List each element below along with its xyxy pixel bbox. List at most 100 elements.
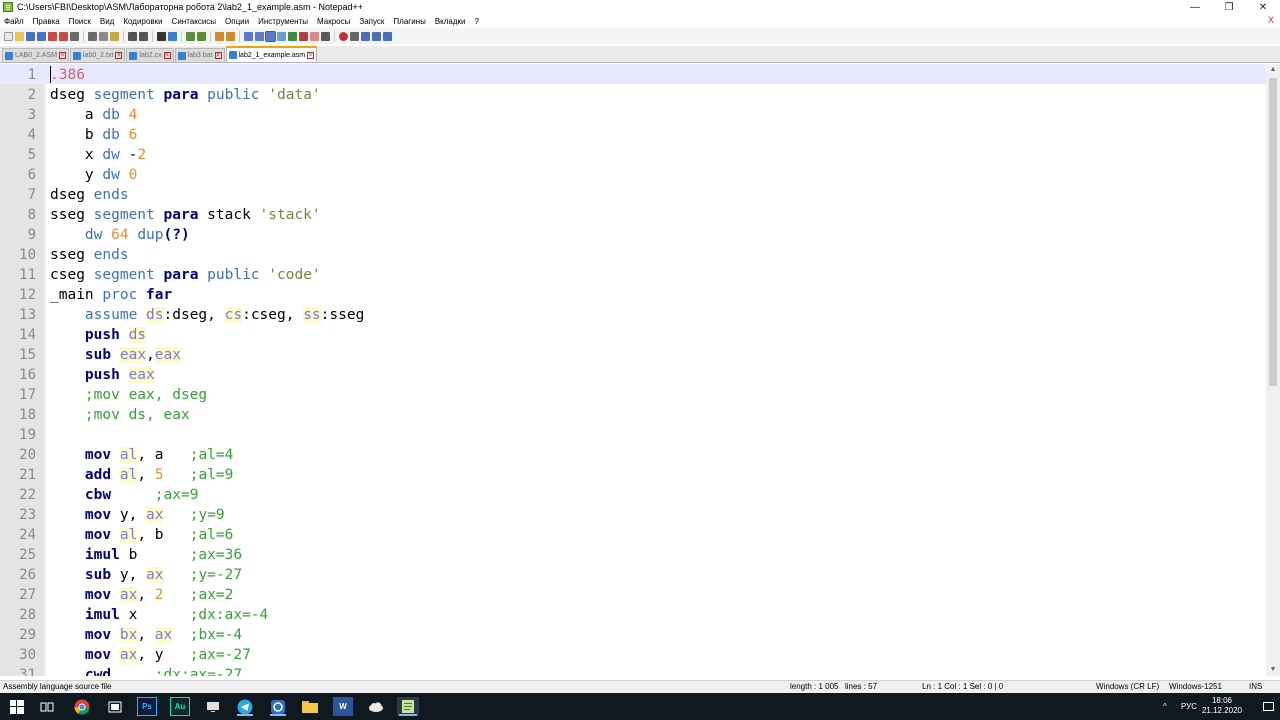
save-icon[interactable]: [26, 31, 35, 41]
open-file-icon[interactable]: [15, 31, 24, 41]
code-line[interactable]: 14 push ds: [0, 324, 1266, 344]
task-view-icon[interactable]: [37, 697, 57, 716]
media-icon[interactable]: [105, 697, 125, 716]
code-line[interactable]: 28 imul x ;dx:ax=-4: [0, 604, 1266, 624]
menu-settings[interactable]: Опции: [225, 17, 249, 26]
code-line[interactable]: 11 cseg segment para public 'code': [0, 264, 1266, 284]
code-line[interactable]: 20 mov al, a ;al=4: [0, 444, 1266, 464]
tab-close-icon[interactable]: x: [115, 52, 123, 59]
replace-icon[interactable]: [168, 31, 177, 41]
tab-lab3-bat[interactable]: lab3.bat x: [174, 48, 225, 62]
tab-lab0-2-asm[interactable]: LAB0_2.ASM x: [2, 48, 70, 62]
scroll-up-icon[interactable]: ▲: [1266, 64, 1280, 76]
indent-guide-icon[interactable]: [265, 30, 276, 42]
code-line[interactable]: 8 sseg segment para stack 'stack': [0, 204, 1266, 224]
menu-help[interactable]: ?: [475, 17, 479, 26]
monitoring-icon[interactable]: [310, 31, 319, 41]
maximize-button[interactable]: ❐: [1212, 0, 1246, 14]
menu-run[interactable]: Запуск: [359, 17, 384, 26]
tab-lab2-cx[interactable]: lab2.cx x: [126, 48, 174, 62]
telegram-icon[interactable]: [235, 697, 255, 716]
notifications-icon[interactable]: [1256, 693, 1280, 720]
code-line[interactable]: 4 b db 6: [0, 124, 1266, 144]
doc-map-icon[interactable]: [277, 31, 286, 41]
function-list-icon[interactable]: [288, 31, 297, 41]
input-language-indicator[interactable]: РУС: [1181, 693, 1197, 720]
menu-search[interactable]: Поиск: [69, 17, 91, 26]
photoshop-icon[interactable]: Ps: [137, 697, 157, 716]
save-all-icon[interactable]: [37, 31, 46, 41]
run-macro-multiple-icon[interactable]: [372, 31, 381, 41]
print-icon[interactable]: [70, 31, 79, 41]
code-line[interactable]: 26 sub y, ax ;y=-27: [0, 564, 1266, 584]
menu-plugins[interactable]: Плагины: [393, 17, 425, 26]
close-document-icon[interactable]: X: [1268, 15, 1274, 25]
code-line[interactable]: 6 y dw 0: [0, 164, 1266, 184]
tab-close-icon[interactable]: x: [214, 52, 222, 59]
code-line[interactable]: 31 cwd ;dx:ax=-27: [0, 664, 1266, 676]
code-line[interactable]: 13 assume ds:dseg, cs:cseg, ss:sseg: [0, 304, 1266, 324]
code-line[interactable]: 9 dw 64 dup(?): [0, 224, 1266, 244]
cloud-icon[interactable]: [366, 697, 386, 716]
undo-icon[interactable]: [128, 31, 137, 41]
menu-edit[interactable]: Правка: [33, 17, 60, 26]
code-line[interactable]: 1 .386: [0, 64, 1266, 84]
notepadpp-icon[interactable]: [397, 697, 419, 716]
monitor-icon[interactable]: [203, 697, 223, 716]
minimize-button[interactable]: —: [1178, 0, 1212, 14]
folder-workspace-icon[interactable]: [299, 31, 308, 41]
close-file-icon[interactable]: [48, 31, 57, 41]
explorer-icon[interactable]: [300, 697, 320, 716]
code-line[interactable]: 7 dseg ends: [0, 184, 1266, 204]
code-line[interactable]: 16 push eax: [0, 364, 1266, 384]
terminal-icon[interactable]: [268, 697, 288, 716]
code-line[interactable]: 18 ;mov ds, eax: [0, 404, 1266, 424]
word-wrap-icon[interactable]: [244, 31, 253, 41]
record-macro-icon[interactable]: [339, 31, 348, 41]
sync-horizontal-icon[interactable]: [226, 31, 235, 41]
menu-window[interactable]: Вкладки: [435, 17, 466, 26]
code-line[interactable]: 3 a db 4: [0, 104, 1266, 124]
menu-language[interactable]: Синтаксисы: [172, 17, 217, 26]
audition-icon[interactable]: Au: [170, 697, 190, 716]
code-line[interactable]: 25 imul b ;ax=36: [0, 544, 1266, 564]
show-all-chars-icon[interactable]: [255, 31, 264, 41]
stop-macro-icon[interactable]: [350, 31, 359, 41]
code-line[interactable]: 5 x dw -2: [0, 144, 1266, 164]
tab-lab0-2-txt[interactable]: lab0_2.txt x: [70, 48, 126, 62]
system-clock[interactable]: 18:06 21.12.2020: [1200, 696, 1244, 716]
play-macro-icon[interactable]: [361, 31, 370, 41]
start-icon[interactable]: [7, 697, 27, 716]
code-line[interactable]: 12 _main proc far: [0, 284, 1266, 304]
close-all-icon[interactable]: [59, 31, 68, 41]
copy-icon[interactable]: [99, 31, 108, 41]
find-icon[interactable]: [157, 31, 166, 41]
cut-icon[interactable]: [88, 31, 97, 41]
scroll-down-icon[interactable]: ▼: [1266, 664, 1280, 676]
code-line[interactable]: 23 mov y, ax ;y=9: [0, 504, 1266, 524]
menu-view[interactable]: Вид: [100, 17, 114, 26]
sync-vertical-icon[interactable]: [215, 31, 224, 41]
code-line[interactable]: 27 mov ax, 2 ;ax=2: [0, 584, 1266, 604]
new-file-icon[interactable]: [4, 31, 13, 41]
code-line[interactable]: 19: [0, 424, 1266, 444]
tab-close-icon[interactable]: x: [307, 51, 315, 59]
code-line[interactable]: 29 mov bx, ax ;bx=-4: [0, 624, 1266, 644]
menu-tools[interactable]: Инструменты: [258, 17, 308, 26]
code-line[interactable]: 17 ;mov eax, dseg: [0, 384, 1266, 404]
code-line[interactable]: 15 sub eax,eax: [0, 344, 1266, 364]
code-line[interactable]: 10 sseg ends: [0, 244, 1266, 264]
vertical-scrollbar[interactable]: ▲ ▼: [1266, 64, 1280, 676]
code-line[interactable]: 2 dseg segment para public 'data': [0, 84, 1266, 104]
word-icon[interactable]: W: [333, 697, 353, 716]
zoom-out-icon[interactable]: [197, 31, 206, 41]
tab-lab2-1-example-asm[interactable]: lab2_1_example.asm x: [225, 46, 318, 62]
tray-chevron-icon[interactable]: ^: [1163, 693, 1167, 720]
eye-icon[interactable]: [321, 31, 330, 41]
code-editor[interactable]: 1 .386 2 dseg segment para public 'data' 3…: [0, 64, 1280, 676]
close-button[interactable]: ✕: [1246, 0, 1280, 14]
scrollbar-thumb[interactable]: [1269, 78, 1277, 386]
redo-icon[interactable]: [139, 31, 148, 41]
menu-macro[interactable]: Макросы: [317, 17, 350, 26]
menu-file[interactable]: Файл: [4, 17, 24, 26]
